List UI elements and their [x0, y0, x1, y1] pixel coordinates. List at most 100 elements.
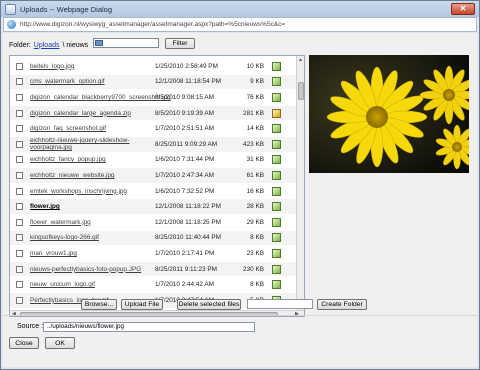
image-file-icon[interactable]: [272, 186, 281, 196]
file-size: 16 KB: [246, 187, 264, 195]
file-row[interactable]: man_vrouw1.jpg 1/7/2010 2:17:41 PM 23 KB: [10, 246, 296, 261]
upload-file-button[interactable]: Upload File: [121, 299, 163, 310]
close-button[interactable]: Close: [9, 337, 39, 349]
file-row[interactable]: cms_watermark_option.gif 12/1/2008 11:18:…: [10, 74, 296, 90]
file-row[interactable]: nieuw_unicum_logo.gif 1/7/2010 2:44:42 AM…: [10, 277, 296, 292]
file-row[interactable]: kingsofkeys-logo-266.gif 8/25/2010 11:40:…: [10, 230, 296, 246]
file-checkbox[interactable]: [16, 296, 23, 304]
image-file-icon[interactable]: [272, 170, 281, 180]
image-file-icon[interactable]: [272, 233, 281, 243]
file-size: 230 KB: [243, 265, 264, 273]
scroll-right-icon[interactable]: ▶: [295, 311, 299, 316]
scroll-left-icon[interactable]: ◀: [12, 311, 16, 316]
image-file-icon[interactable]: [272, 92, 281, 102]
file-size: 281 KB: [243, 109, 264, 117]
image-file-icon[interactable]: [272, 124, 281, 134]
file-name-link[interactable]: nieuws-perfectlybasics-foto-popup.JPG: [30, 266, 150, 273]
window-close-button[interactable]: ✕: [451, 3, 475, 15]
file-row[interactable]: beitels_logo.jpg 1/25/2010 2:58:49 PM 10 K…: [10, 59, 296, 74]
scroll-up-icon[interactable]: ▲: [298, 57, 303, 63]
address-url: http://www.digizon.nl/wysiwyg_assetmanag…: [20, 21, 286, 28]
filter-button[interactable]: Filter: [165, 38, 195, 49]
image-file-icon[interactable]: [272, 264, 281, 274]
filter-input[interactable]: [93, 38, 159, 48]
file-checkbox[interactable]: [16, 249, 23, 257]
vertical-scroll-thumb[interactable]: [298, 82, 304, 100]
create-folder-button[interactable]: Create Folder: [317, 299, 367, 310]
image-file-icon[interactable]: [272, 139, 281, 149]
file-checkbox[interactable]: [16, 78, 23, 86]
address-bar: http://www.digizon.nl/wysiwyg_assetmanag…: [3, 17, 477, 32]
file-name-link[interactable]: eichholtz-nieuwe-jquery-slideshow-voorpa…: [30, 137, 150, 151]
file-row[interactable]: eichholtz_nieuwe_website.jpg 1/7/2010 2:4…: [10, 168, 296, 183]
title-bar[interactable]: Uploads -- Webpage Dialog ✕: [1, 1, 479, 17]
image-file-icon[interactable]: [272, 61, 281, 71]
folder-root-link[interactable]: Uploads: [34, 42, 60, 49]
file-list: ▲ ▼ ◀ ▶ beitels_logo.jpg 1/25/2010 2:58:4…: [9, 55, 305, 317]
file-size: 8 KB: [250, 234, 264, 242]
file-checkbox[interactable]: [16, 109, 23, 117]
image-file-icon[interactable]: [272, 217, 281, 227]
file-date: 1/7/2010 2:47:34 AM: [155, 171, 214, 179]
folder-icon: [95, 40, 103, 46]
file-checkbox[interactable]: [16, 187, 23, 195]
source-input[interactable]: ../uploads/nieuws/flower.jpg: [43, 322, 255, 332]
file-name-link[interactable]: flower_watermark.jpg: [30, 219, 150, 226]
vertical-scrollbar[interactable]: ▲ ▼: [296, 56, 304, 310]
file-row[interactable]: flower_watermark.jpg 12/1/2008 11:18:25 P…: [10, 215, 296, 230]
globe-icon: [7, 20, 16, 29]
file-checkbox[interactable]: [16, 156, 23, 164]
image-file-icon[interactable]: [272, 77, 281, 87]
file-checkbox[interactable]: [16, 203, 23, 211]
file-checkbox[interactable]: [16, 281, 23, 289]
window-title: Uploads -- Webpage Dialog: [20, 4, 112, 14]
file-row[interactable]: nieuws-perfectlybasics-foto-popup.JPG 8/2…: [10, 261, 296, 277]
file-checkbox[interactable]: [16, 62, 23, 70]
file-size: 14 KB: [246, 125, 264, 133]
image-file-icon[interactable]: [272, 202, 281, 212]
file-checkbox[interactable]: [16, 218, 23, 226]
file-name-link[interactable]: nieuw_unicum_logo.gif: [30, 281, 150, 288]
file-row[interactable]: eichholtz_fancy_popup.jpg 1/6/2010 7:31:4…: [10, 153, 296, 168]
file-date: 8/25/2010 11:40:44 PM: [155, 234, 221, 242]
file-name-link[interactable]: eichholtz_nieuwe_website.jpg: [30, 172, 150, 179]
file-name-link[interactable]: beitels_logo.jpg: [30, 63, 150, 70]
file-row[interactable]: digizon_calendar_blackberry9700_screensh…: [10, 90, 296, 105]
asset-manager-panel: Folder: Uploads \ nieuws Filter ▲ ▼ ◀ ▶ …: [3, 33, 477, 367]
delete-selected-files-button[interactable]: Delete selected files: [177, 299, 241, 310]
file-size: 10 KB: [246, 62, 264, 70]
file-row[interactable]: digizon_faq_screenshot.gif 1/7/2010 2:51:…: [10, 121, 296, 136]
browse-button[interactable]: Browse...: [81, 299, 117, 310]
file-checkbox[interactable]: [16, 265, 23, 273]
file-size: 31 KB: [246, 156, 264, 164]
folder-breadcrumb: Folder: Uploads \ nieuws: [9, 39, 88, 51]
image-file-icon[interactable]: [272, 280, 281, 290]
new-folder-name-input[interactable]: [247, 299, 313, 309]
file-name-link[interactable]: digizon_faq_screenshot.gif: [30, 125, 150, 132]
file-name-link[interactable]: flower.jpg: [30, 203, 150, 210]
file-row[interactable]: digizon_calendar_large_agenda.zip 8/5/201…: [10, 105, 296, 121]
ok-button[interactable]: OK: [45, 337, 75, 349]
file-name-link[interactable]: digizon_calendar_blackberry9700_screensh…: [30, 94, 171, 101]
file-name-link[interactable]: eichholtz_fancy_popup.jpg: [30, 156, 150, 163]
file-size: 423 KB: [243, 140, 264, 148]
file-checkbox[interactable]: [16, 140, 23, 148]
file-checkbox[interactable]: [16, 171, 23, 179]
file-checkbox[interactable]: [16, 125, 23, 133]
file-name-link[interactable]: cms_watermark_option.gif: [30, 78, 150, 85]
file-row[interactable]: flower.jpg 12/1/2008 11:18:22 PM 28 KB: [10, 199, 296, 214]
file-row[interactable]: emtek_workshops_inschrijving.jpg 1/6/2010…: [10, 184, 296, 199]
image-file-icon[interactable]: [272, 248, 281, 258]
image-file-icon[interactable]: [272, 155, 281, 165]
file-name-link[interactable]: man_vrouw1.jpg: [30, 250, 150, 257]
source-label: Source :: [17, 323, 44, 330]
file-name-link[interactable]: digizon_calendar_large_agenda.zip: [30, 110, 150, 117]
file-name-link[interactable]: kingsofkeys-logo-266.gif: [30, 234, 150, 241]
zip-file-icon[interactable]: [272, 108, 281, 118]
file-size: 8 KB: [250, 281, 264, 289]
file-row[interactable]: eichholtz-nieuwe-jquery-slideshow-voorpa…: [10, 137, 296, 152]
file-date: 8/5/2010 9:08:15 AM: [155, 93, 214, 101]
file-checkbox[interactable]: [16, 234, 23, 242]
file-name-link[interactable]: emtek_workshops_inschrijving.jpg: [30, 188, 150, 195]
file-checkbox[interactable]: [16, 93, 23, 101]
